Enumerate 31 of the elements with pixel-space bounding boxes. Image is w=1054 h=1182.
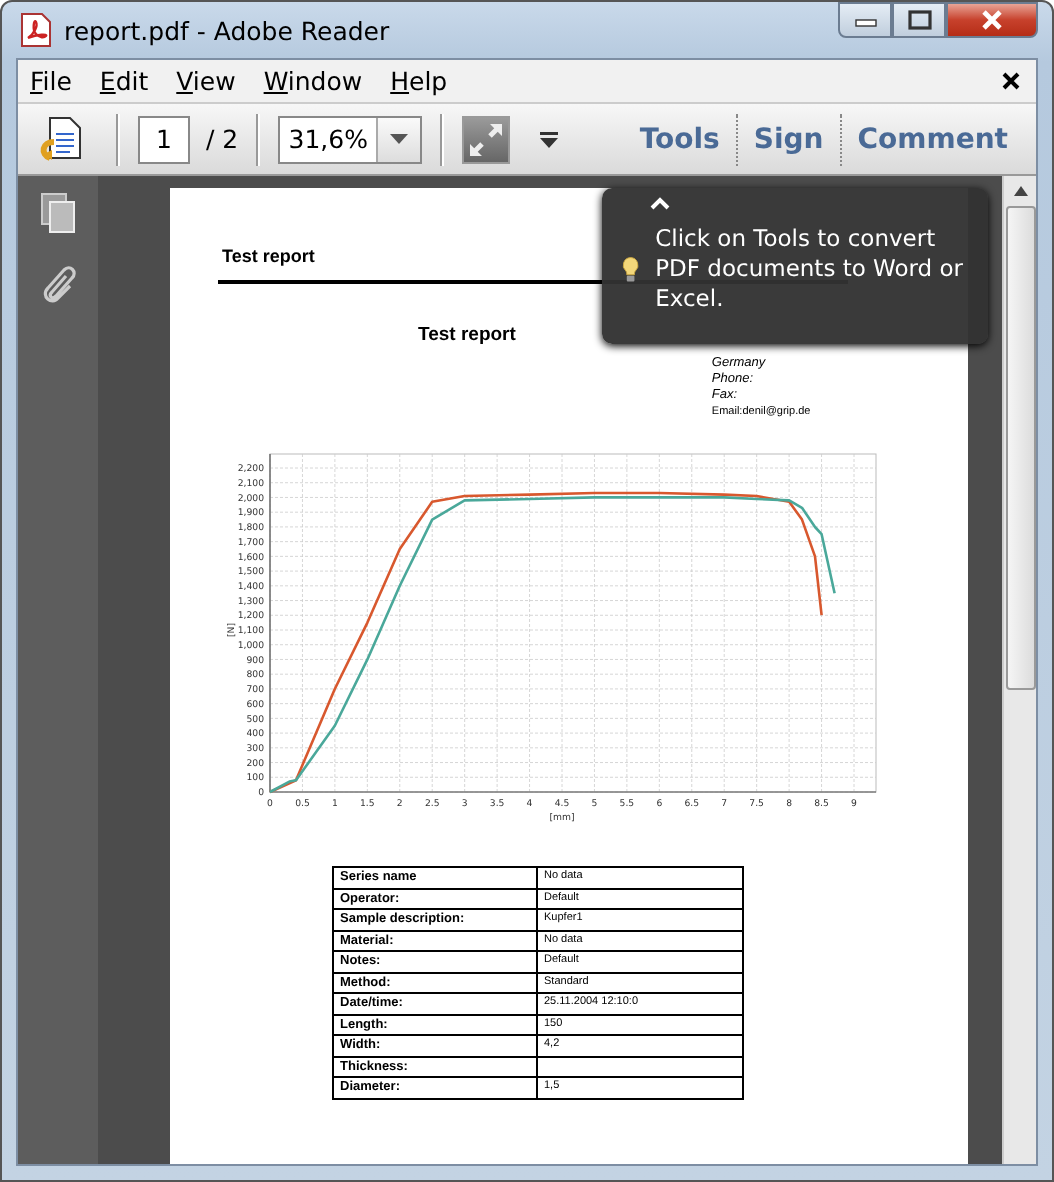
page-count: / 2 bbox=[206, 124, 239, 154]
maximize-button[interactable] bbox=[892, 2, 946, 38]
panel-button[interactable]: Tools bbox=[623, 123, 736, 155]
scroll-thumb[interactable] bbox=[1005, 206, 1035, 690]
panel-button[interactable]: Comment bbox=[841, 123, 1024, 155]
pages-icon[interactable] bbox=[38, 192, 78, 236]
vertical-scrollbar[interactable] bbox=[1002, 176, 1036, 1164]
full-screen-button[interactable] bbox=[462, 115, 511, 163]
paperclip-icon[interactable] bbox=[38, 264, 78, 308]
zoom-combo[interactable]: 31,6% bbox=[278, 115, 423, 163]
tooltip-text: Click on Tools to convert PDF documents to Word or Excel. bbox=[655, 224, 966, 314]
page-number-field[interactable]: 1 bbox=[138, 115, 190, 163]
menu-item[interactable]: Help bbox=[390, 66, 448, 96]
maximize-icon bbox=[907, 10, 931, 30]
close-button[interactable] bbox=[946, 2, 1038, 38]
caret-icon bbox=[390, 134, 409, 144]
menu-item[interactable]: View bbox=[176, 66, 236, 96]
close-icon bbox=[978, 8, 1006, 32]
close-icon[interactable] bbox=[1002, 72, 1020, 90]
menu-item[interactable]: Window bbox=[263, 66, 363, 96]
collapse-icon[interactable] bbox=[650, 196, 670, 210]
window-title: report.pdf - Adobe Reader bbox=[64, 15, 390, 45]
menu-item[interactable]: Edit bbox=[99, 66, 149, 96]
report-title: Test report bbox=[418, 324, 516, 350]
dropdown-icon[interactable] bbox=[540, 131, 559, 147]
header-title: Test report bbox=[222, 246, 315, 266]
panel-button[interactable]: Sign bbox=[737, 123, 840, 155]
menu-item[interactable]: File bbox=[30, 66, 72, 96]
scroll-up-icon[interactable] bbox=[1013, 186, 1027, 196]
minimize-button[interactable] bbox=[838, 2, 892, 38]
pdf-icon bbox=[20, 12, 52, 48]
